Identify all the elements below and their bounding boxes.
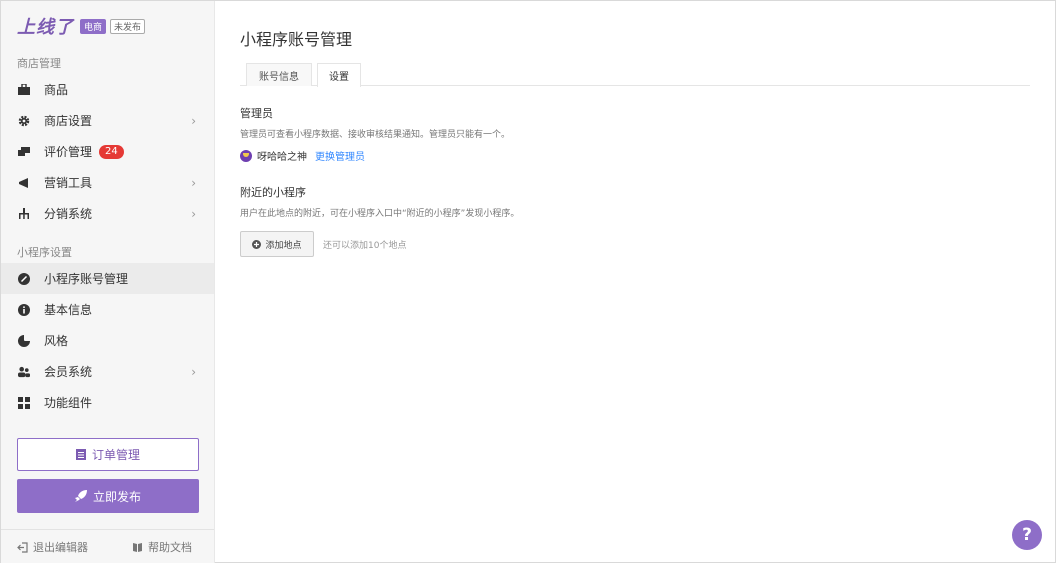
users-icon	[18, 366, 30, 378]
section-title-miniapp: 小程序设置	[17, 246, 72, 259]
sidebar-item-label: 风格	[44, 334, 69, 348]
plus-circle-icon	[252, 239, 262, 249]
network-icon	[18, 207, 30, 220]
chevron-right-icon: ›	[191, 206, 196, 221]
page-title: 小程序账号管理	[240, 30, 353, 49]
sidebar: 上线了 电商 未发布 商店管理 商品 商店设置 › 评价管理 24 营销工具 ›…	[1, 1, 215, 563]
sidebar-item-distribution[interactable]: 分销系统 ›	[1, 198, 214, 229]
bag-icon	[18, 84, 30, 96]
sidebar-item-reviews[interactable]: 评价管理 24	[1, 136, 214, 167]
sidebar-item-basic-info[interactable]: 基本信息	[1, 294, 214, 325]
exit-editor-link[interactable]: 退出编辑器	[17, 539, 88, 555]
status-badge: 未发布	[110, 18, 146, 34]
admin-heading: 管理员	[240, 107, 273, 120]
sidebar-item-label: 商店设置	[44, 114, 93, 128]
tab-settings[interactable]: 设置	[317, 63, 361, 87]
sidebar-item-label: 商品	[44, 83, 69, 97]
remaining-locations-hint: 还可以添加10个地点	[323, 241, 407, 251]
add-location-button[interactable]: 添加地点	[240, 231, 314, 257]
sidebar-item-members[interactable]: 会员系统 ›	[1, 356, 214, 387]
nearby-description: 用户在此地点的附近，可在小程序入口中“附近的小程序”发现小程序。	[240, 209, 520, 219]
document-icon	[75, 449, 86, 460]
sidebar-item-label: 营销工具	[44, 176, 93, 190]
sidebar-item-style[interactable]: 风格	[1, 325, 214, 356]
admin-name: 呀哈哈之神	[257, 152, 307, 163]
sidebar-item-label: 基本信息	[44, 303, 93, 317]
admin-description: 管理员可查看小程序数据、接收审核结果通知。管理员只能有一个。	[240, 130, 511, 140]
link-icon	[18, 272, 30, 285]
sidebar-item-components[interactable]: 功能组件	[1, 387, 214, 418]
rocket-icon	[74, 490, 87, 502]
sidebar-item-store-settings[interactable]: 商店设置 ›	[1, 105, 214, 136]
exit-editor-label: 退出编辑器	[33, 541, 88, 554]
brand: 上线了 电商 未发布	[17, 13, 146, 39]
tab-bar: 账号信息 设置	[240, 63, 1030, 87]
ecommerce-badge: 电商	[80, 18, 107, 34]
app-window: 上线了 电商 未发布 商店管理 商品 商店设置 › 评价管理 24 营销工具 ›…	[0, 0, 1056, 563]
sidebar-item-label: 会员系统	[44, 365, 93, 379]
grid-icon	[18, 396, 30, 409]
review-count-badge: 24	[99, 144, 124, 159]
comment-icon	[18, 146, 30, 158]
order-management-label: 订单管理	[91, 448, 140, 462]
help-button[interactable]: ?	[1012, 520, 1042, 550]
sidebar-item-marketing[interactable]: 营销工具 ›	[1, 167, 214, 198]
chevron-right-icon: ›	[191, 175, 196, 190]
nearby-heading: 附近的小程序	[240, 186, 306, 199]
order-management-button[interactable]: 订单管理	[17, 438, 199, 471]
sidebar-item-miniapp-account[interactable]: 小程序账号管理	[1, 263, 214, 294]
exit-icon	[17, 541, 28, 553]
gear-icon	[18, 115, 30, 127]
avatar	[240, 149, 252, 162]
tab-account-info[interactable]: 账号信息	[246, 63, 312, 86]
brand-logo[interactable]: 上线了	[17, 13, 74, 39]
chevron-right-icon: ›	[191, 364, 196, 379]
publish-label: 立即发布	[92, 489, 141, 504]
book-icon	[132, 542, 143, 553]
sidebar-item-label: 评价管理	[44, 145, 93, 159]
sidebar-item-label: 小程序账号管理	[44, 272, 129, 286]
sidebar-item-label: 分销系统	[44, 207, 93, 221]
publish-button[interactable]: 立即发布	[17, 479, 199, 513]
sidebar-item-products[interactable]: 商品	[1, 74, 214, 105]
section-title-store: 商店管理	[17, 57, 61, 70]
chevron-right-icon: ›	[191, 113, 196, 128]
sidebar-item-label: 功能组件	[44, 396, 93, 410]
palette-icon	[18, 334, 30, 347]
add-location-label: 添加地点	[265, 240, 302, 251]
megaphone-icon	[18, 177, 30, 189]
main-content: 小程序账号管理 账号信息 设置 管理员 管理员可查看小程序数据、接收审核结果通知…	[216, 1, 1056, 563]
admin-row: 呀哈哈之神 更换管理员	[240, 148, 365, 163]
info-icon	[18, 303, 30, 316]
sidebar-footer: 退出编辑器 帮助文档	[1, 529, 214, 563]
help-docs-link[interactable]: 帮助文档	[132, 539, 192, 555]
change-admin-link[interactable]: 更换管理员	[315, 148, 365, 163]
help-docs-label: 帮助文档	[148, 541, 192, 554]
